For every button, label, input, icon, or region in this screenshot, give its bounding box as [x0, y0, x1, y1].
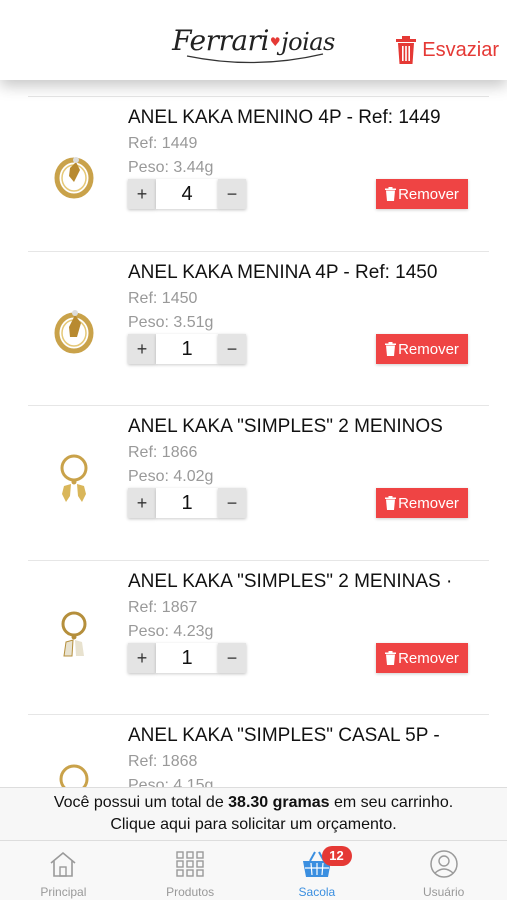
quantity-stepper: + 4 − — [128, 179, 246, 209]
decrease-button[interactable]: − — [218, 643, 246, 673]
tab-label: Principal — [40, 885, 87, 899]
quantity-field[interactable]: 1 — [156, 334, 218, 364]
ring-image — [61, 611, 87, 657]
empty-cart-label: Esvaziar — [422, 38, 499, 61]
remove-button[interactable]: Remover — [376, 334, 468, 364]
cart-item: ANEL KAKA "SIMPLES" 2 MENINOS Ref: 1866 … — [28, 405, 489, 559]
cart-item: ANEL KAKA MENINA 4P - Ref: 1450 Ref: 145… — [28, 251, 489, 405]
ring-image — [59, 764, 89, 787]
quantity-field[interactable]: 1 — [156, 488, 218, 518]
home-icon — [50, 851, 76, 877]
tab-principal[interactable]: Principal — [0, 841, 127, 900]
quantity-stepper: + 1 − — [128, 488, 246, 518]
trash-icon — [385, 496, 397, 510]
trash-icon — [385, 342, 397, 356]
tab-label: Sacola — [298, 885, 336, 899]
cart-count-badge: 12 — [321, 846, 352, 866]
item-weight: Peso: 3.51g — [128, 314, 214, 331]
tab-bar: Principal Produtos 12 Sacola Usuário — [0, 840, 507, 900]
decrease-button[interactable]: − — [218, 334, 246, 364]
decrease-button[interactable]: − — [218, 179, 246, 209]
quantity-field[interactable]: 1 — [156, 643, 218, 673]
summary-suffix: em seu carrinho. — [329, 794, 454, 811]
item-ref: Ref: 1868 — [128, 753, 198, 770]
trash-icon — [396, 36, 417, 64]
cart-item: ANEL KAKA "SIMPLES" 2 MENINAS · Ref: 186… — [28, 560, 489, 714]
ring-image — [54, 310, 94, 354]
item-weight: Peso: 3.44g — [128, 159, 214, 176]
ring-image — [60, 454, 88, 502]
cart-summary-quote-link[interactable]: Você possui um total de 38.30 gramas em … — [0, 787, 507, 840]
empty-cart-button[interactable]: Esvaziar — [396, 36, 499, 64]
grid-icon — [176, 851, 204, 877]
remove-button[interactable]: Remover — [376, 179, 468, 209]
item-weight: Peso: 4.02g — [128, 468, 214, 485]
decrease-button[interactable]: − — [218, 488, 246, 518]
item-title: ANEL KAKA MENINO 4P - Ref: 1449 — [128, 107, 441, 128]
remove-label: Remover — [398, 649, 459, 667]
remove-label: Remover — [398, 340, 459, 358]
item-ref: Ref: 1449 — [128, 135, 198, 152]
quantity-field[interactable]: 4 — [156, 179, 218, 209]
tab-usuario[interactable]: Usuário — [380, 841, 507, 900]
remove-button[interactable]: Remover — [376, 643, 468, 673]
tab-sacola[interactable]: 12 Sacola — [254, 841, 381, 900]
item-title: ANEL KAKA "SIMPLES" 2 MENINAS · — [128, 571, 453, 592]
tab-produtos[interactable]: Produtos — [127, 841, 254, 900]
item-title: ANEL KAKA "SIMPLES" CASAL 5P - — [128, 725, 440, 746]
increase-button[interactable]: + — [128, 334, 156, 364]
tab-label: Produtos — [166, 885, 215, 899]
item-title: ANEL KAKA "SIMPLES" 2 MENINOS — [128, 416, 443, 437]
trash-icon — [385, 187, 397, 201]
summary-prefix: Você possui um total de — [53, 794, 229, 811]
remove-label: Remover — [398, 185, 459, 203]
quantity-stepper: + 1 − — [128, 643, 246, 673]
increase-button[interactable]: + — [128, 643, 156, 673]
summary-total-weight: 38.30 gramas — [228, 794, 330, 811]
item-ref: Ref: 1866 — [128, 444, 198, 461]
item-weight: Peso: 4.23g — [128, 623, 214, 640]
quantity-stepper: + 1 − — [128, 334, 246, 364]
tab-label: Usuário — [422, 885, 465, 899]
summary-line-2: Clique aqui para solicitar um orçamento. — [110, 816, 397, 833]
user-icon — [429, 850, 458, 878]
cart-list[interactable]: ANEL KAKA MENINO 4P - Ref: 1449 Ref: 144… — [0, 80, 507, 787]
app-header: Ferrari♥joias Esvaziar — [0, 0, 507, 80]
remove-label: Remover — [398, 494, 459, 512]
item-ref: Ref: 1450 — [128, 290, 198, 307]
ring-image — [54, 157, 94, 199]
trash-icon — [385, 651, 397, 665]
increase-button[interactable]: + — [128, 488, 156, 518]
increase-button[interactable]: + — [128, 179, 156, 209]
summary-line-1: Você possui um total de 38.30 gramas em … — [0, 792, 507, 814]
item-title: ANEL KAKA MENINA 4P - Ref: 1450 — [128, 262, 438, 283]
heart-icon: ♥ — [269, 35, 281, 49]
cart-item: ANEL KAKA MENINO 4P - Ref: 1449 Ref: 144… — [28, 96, 489, 250]
remove-button[interactable]: Remover — [376, 488, 468, 518]
item-weight: Peso: 4.15g — [128, 777, 214, 787]
item-ref: Ref: 1867 — [128, 599, 198, 616]
logo-swoosh — [186, 53, 324, 64]
cart-item: ANEL KAKA "SIMPLES" CASAL 5P - Ref: 1868… — [28, 714, 489, 787]
